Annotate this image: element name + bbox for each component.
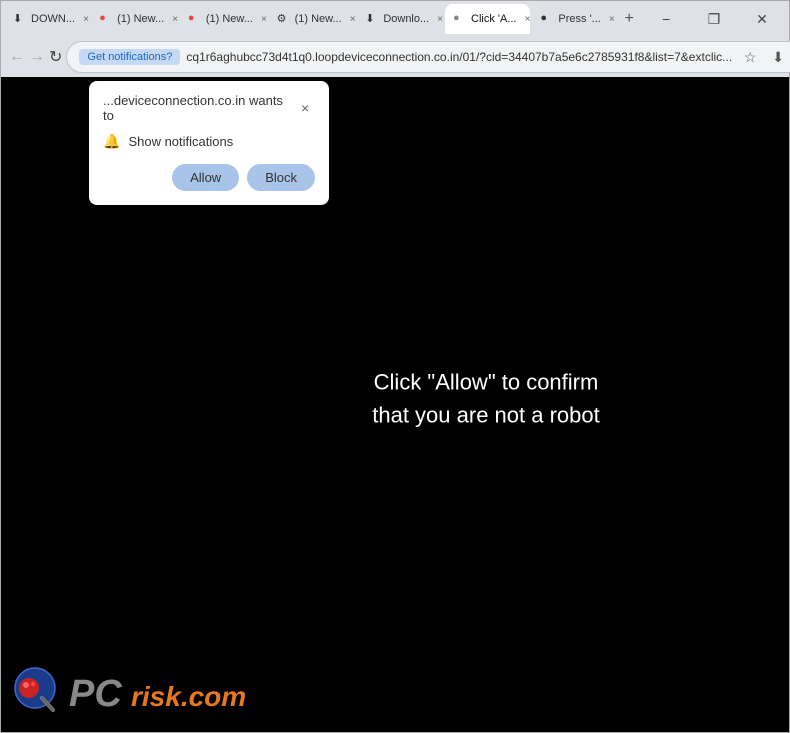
tab-3[interactable]: ● (1) New... × [180,4,267,34]
notification-popup: ...deviceconnection.co.in wants to × 🔔 S… [89,81,329,205]
tab-5[interactable]: ⬇ Downlo... × [357,4,443,34]
tab-3-label: (1) New... [206,13,253,25]
new-tab-button[interactable]: + [617,5,641,33]
tab-2-icon: ● [99,12,113,26]
address-icons: ☆ ⬇ 👤 [738,45,790,69]
block-button[interactable]: Block [247,164,315,191]
tab-6-label: Click 'A... [471,13,517,25]
tab-7-close[interactable]: × [605,12,615,26]
popup-notification-row: 🔔 Show notifications [103,133,315,150]
popup-buttons: Allow Block [103,164,315,191]
download-icon[interactable]: ⬇ [766,45,790,69]
tab-1[interactable]: ⬇ DOWN... × [5,4,89,34]
window-controls: − ❐ ✕ [643,4,785,34]
tab-3-icon: ● [188,12,202,26]
popup-header: ...deviceconnection.co.in wants to × [103,93,315,123]
tab-4-icon: ⚙ [277,12,291,26]
tab-7[interactable]: ● Press '... × [532,4,615,34]
pcrisk-text-icon: PC risk.com [69,670,289,714]
svg-text:PC: PC [69,673,122,714]
popup-title: ...deviceconnection.co.in wants to [103,93,295,123]
tab-6-icon: ● [453,12,467,26]
address-bar[interactable]: Get notifications? cq1r6aghubcc73d4t1q0.… [66,41,790,73]
tab-2-label: (1) New... [117,13,164,25]
get-notifications-button[interactable]: Get notifications? [79,49,180,65]
tab-5-icon: ⬇ [365,12,379,26]
tab-4[interactable]: ⚙ (1) New... × [269,4,356,34]
allow-button[interactable]: Allow [172,164,239,191]
tab-2-close[interactable]: × [168,12,178,26]
tab-1-icon: ⬇ [13,12,27,26]
tab-7-label: Press '... [558,13,600,25]
tab-5-label: Downlo... [383,13,429,25]
page-content: ...deviceconnection.co.in wants to × 🔔 S… [1,77,789,732]
tab-4-close[interactable]: × [346,12,356,26]
bookmark-icon[interactable]: ☆ [738,45,762,69]
tab-1-label: DOWN... [31,13,75,25]
tab-6-close[interactable]: × [521,12,531,26]
bell-icon: 🔔 [103,133,120,150]
popup-close-button[interactable]: × [295,98,315,118]
restore-button[interactable]: ❐ [691,4,737,34]
pcrisk-logo-icon [13,666,65,718]
tab-3-close[interactable]: × [257,12,267,26]
svg-text:risk.com: risk.com [131,681,246,712]
tab-2[interactable]: ● (1) New... × [91,4,178,34]
tab-1-close[interactable]: × [79,12,89,26]
forward-button[interactable]: → [29,41,45,73]
main-page-text: Click "Allow" to confirm that you are no… [372,365,600,431]
reload-button[interactable]: ↻ [49,41,62,73]
browser-window: ⬇ DOWN... × ● (1) New... × ● (1) New... … [0,0,790,733]
main-text-line2: that you are not a robot [372,398,600,431]
close-button[interactable]: ✕ [739,4,785,34]
nav-bar: ← → ↻ Get notifications? cq1r6aghubcc73d… [1,37,789,77]
tab-6[interactable]: ● Click 'A... × [445,4,530,34]
address-text: cq1r6aghubcc73d4t1q0.loopdeviceconnectio… [186,50,732,64]
minimize-button[interactable]: − [643,4,689,34]
tab-7-icon: ● [540,12,554,26]
back-button[interactable]: ← [9,41,25,73]
notification-label: Show notifications [128,134,233,149]
title-bar: ⬇ DOWN... × ● (1) New... × ● (1) New... … [1,1,789,37]
main-text-line1: Click "Allow" to confirm [372,365,600,398]
tab-5-close[interactable]: × [433,12,443,26]
pcrisk-watermark: PC risk.com [13,666,289,718]
tab-4-label: (1) New... [295,13,342,25]
